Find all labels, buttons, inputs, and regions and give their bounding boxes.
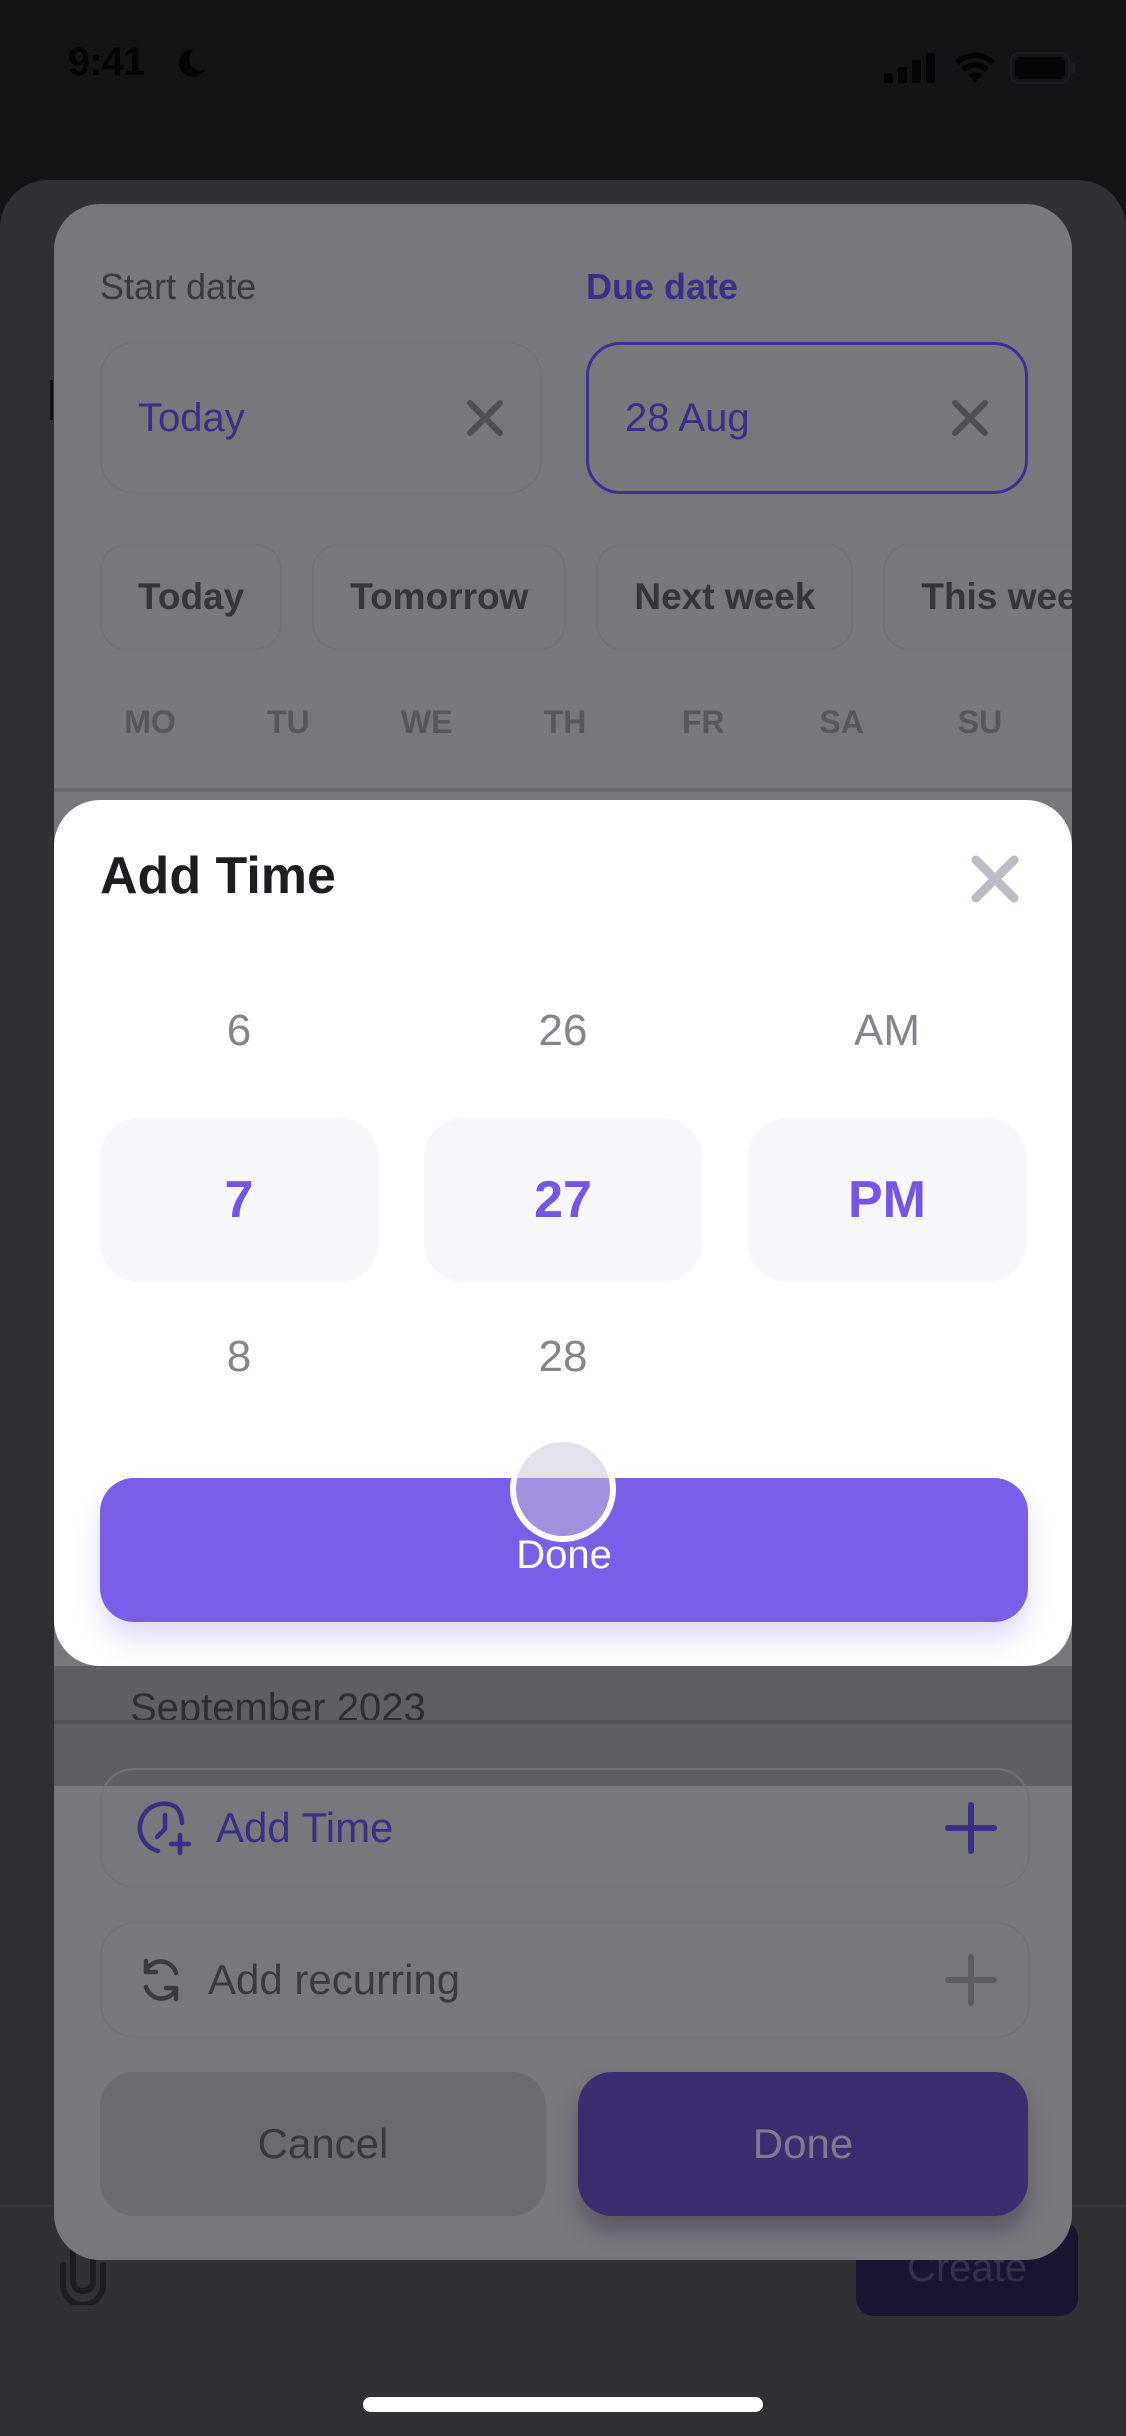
month-label: September 2023: [130, 1686, 426, 1724]
plus-icon[interactable]: [944, 1801, 998, 1855]
status-icons: [884, 52, 1076, 84]
weekday-label: TU: [267, 704, 310, 740]
date-done-button[interactable]: Done: [578, 2072, 1028, 2216]
touch-indicator: [510, 1436, 616, 1542]
weekday-label: WE: [400, 704, 453, 740]
hour-option[interactable]: 6: [100, 1006, 378, 1056]
chip-this-week[interactable]: This week: [883, 544, 1072, 650]
due-date-label: Due date: [586, 266, 739, 307]
period-selected[interactable]: PM: [748, 1118, 1026, 1282]
hour-option[interactable]: 8: [100, 1332, 378, 1382]
cellular-signal-icon: [884, 53, 935, 83]
chip-next-week[interactable]: Next week: [596, 544, 854, 650]
due-date-field[interactable]: 28 Aug: [586, 342, 1028, 494]
start-date-value: Today: [138, 395, 245, 440]
add-recurring-label: Add recurring: [208, 1956, 461, 2003]
close-icon[interactable]: [968, 852, 1022, 906]
chip-today[interactable]: Today: [100, 544, 283, 650]
divider: [54, 1720, 1072, 1724]
minute-option[interactable]: 28: [424, 1332, 702, 1382]
plus-icon[interactable]: [944, 1953, 998, 2007]
divider: [54, 788, 1072, 792]
wifi-icon: [955, 52, 995, 83]
hour-selected[interactable]: 7: [100, 1118, 378, 1282]
weekday-header: MO TU WE TH FR SA SU: [100, 704, 1030, 741]
add-time-label: Add Time: [216, 1804, 394, 1851]
weekday-label: TH: [543, 704, 587, 740]
background-edge-mark: [50, 380, 53, 420]
weekday-label: MO: [124, 704, 176, 740]
clear-due-date-icon[interactable]: [951, 399, 989, 437]
battery-icon: [1010, 52, 1075, 84]
cancel-button[interactable]: Cancel: [100, 2072, 546, 2216]
add-time-row[interactable]: Add Time: [100, 1768, 1030, 1888]
start-date-field[interactable]: Today: [100, 342, 542, 494]
chip-tomorrow[interactable]: Tomorrow: [312, 544, 567, 650]
modal-title: Add Time: [100, 847, 336, 905]
status-time: 9:41: [68, 40, 145, 84]
weekday-label: SU: [957, 704, 1003, 740]
minute-option[interactable]: 26: [424, 1006, 702, 1056]
quick-date-chips: Today Tomorrow Next week This week: [100, 544, 1072, 650]
recurring-icon: [143, 1958, 179, 2002]
due-date-value: 28 Aug: [625, 395, 750, 440]
weekday-label: SA: [819, 704, 864, 740]
moon-icon: [178, 48, 205, 77]
home-indicator[interactable]: [363, 2397, 763, 2412]
clock-plus-icon: [137, 1801, 192, 1856]
start-date-label: Start date: [100, 266, 257, 307]
weekday-label: FR: [681, 704, 725, 740]
clear-start-date-icon[interactable]: [466, 399, 504, 437]
period-option[interactable]: AM: [748, 1006, 1026, 1056]
add-recurring-row[interactable]: Add recurring: [100, 1922, 1030, 2038]
add-time-modal: Add Time 6 7 8 26 27 28 AM PM Done: [54, 800, 1072, 1666]
minute-selected[interactable]: 27: [424, 1118, 702, 1282]
